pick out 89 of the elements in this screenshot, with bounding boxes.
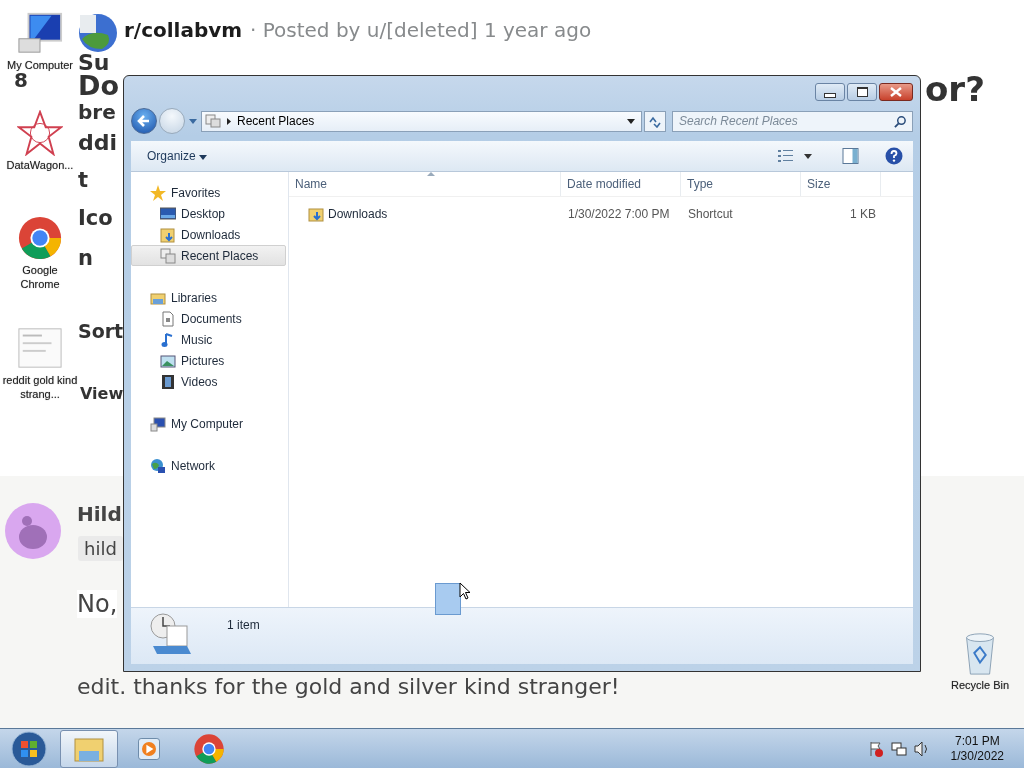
chrome-icon: [193, 733, 225, 765]
document-icon: [160, 310, 176, 327]
help-icon[interactable]: [885, 147, 903, 165]
refresh-button[interactable]: [644, 110, 666, 132]
wallpaper-text: t: [78, 170, 89, 191]
subreddit-name: r/collabvm: [124, 18, 243, 42]
film-icon: [160, 373, 176, 390]
wallpaper-text: Sort: [78, 322, 124, 341]
nav-item[interactable]: Desktop: [131, 203, 286, 224]
wallpaper-text: 8: [14, 70, 28, 90]
organize-button[interactable]: Organize: [143, 147, 212, 165]
recent-places-icon: [160, 247, 176, 264]
minimize-button[interactable]: [815, 83, 845, 101]
caret-icon: [199, 155, 208, 160]
desktop-icon-label[interactable]: DataWagon...: [2, 158, 78, 172]
avatar-icon: [5, 503, 61, 559]
desktop-icon-label[interactable]: Recycle Bin: [942, 678, 1018, 692]
dropdown-arrow-icon[interactable]: [627, 118, 635, 124]
mouse-cursor-icon: [459, 582, 471, 600]
table-cell-text: 1 KB: [849, 207, 877, 221]
taskbar-app[interactable]: [60, 730, 118, 768]
community-icon: [78, 13, 118, 53]
computer-icon[interactable]: [17, 10, 63, 56]
maximize-button[interactable]: [847, 83, 877, 101]
nav-item[interactable]: Libraries: [131, 287, 286, 308]
arrow-left-icon: [136, 113, 152, 129]
speaker-icon[interactable]: [913, 741, 930, 757]
nav-item[interactable]: Documents: [131, 308, 286, 329]
comment-text: No,: [77, 590, 118, 618]
recent-places-icon: [149, 612, 193, 656]
flag-icon[interactable]: [867, 741, 884, 757]
drag-ghost: [435, 583, 461, 615]
item-count: 1 item: [227, 618, 260, 632]
recent-places-icon: [205, 113, 221, 129]
column-header[interactable]: Size: [801, 172, 881, 196]
folder-shortcut-icon: [308, 206, 324, 222]
network-globe-icon: [150, 457, 166, 474]
desktop-icon-label[interactable]: reddit gold kind strang...: [2, 373, 78, 401]
chrome-icon[interactable]: [17, 215, 63, 261]
search-icon: [894, 114, 907, 128]
column-header[interactable]: Date modified: [561, 172, 681, 196]
column-header[interactable]: Type: [681, 172, 801, 196]
document-thumbnail-icon[interactable]: [17, 325, 63, 371]
address-bar[interactable]: Recent Places: [201, 110, 642, 132]
wallpaper-text: n: [78, 248, 93, 269]
clock[interactable]: 7:01 PM 1/30/2022: [950, 734, 1004, 764]
post-meta: · Posted by u/[deleted] 1 year ago: [250, 18, 592, 42]
star-icon: [150, 184, 166, 201]
refresh-arrows-icon: [648, 114, 662, 128]
wallpaper-text: ddi: [78, 132, 118, 154]
nav-item[interactable]: My Computer: [131, 413, 286, 434]
views-icon[interactable]: [778, 150, 794, 162]
file-row[interactable]: Downloads 1/30/2022 7:00 PM Shortcut 1 KB: [289, 202, 913, 226]
close-icon: [890, 87, 902, 97]
nav-item[interactable]: Music: [131, 329, 286, 350]
sort-arrow-icon: [427, 172, 435, 176]
computer-icon: [150, 415, 166, 432]
comment-author: Hild: [77, 502, 122, 526]
desktop-icon-label[interactable]: Google Chrome: [2, 263, 78, 291]
close-button[interactable]: [879, 83, 913, 101]
wallpaper-text: Su: [78, 52, 110, 74]
dropdown-arrow-icon[interactable]: [804, 153, 812, 159]
play-icon: [135, 735, 163, 763]
wallpaper-text: bre: [78, 102, 116, 122]
file-name: Downloads: [328, 207, 388, 221]
nav-item[interactable]: Favorites: [131, 182, 286, 203]
nav-item[interactable]: Pictures: [131, 350, 286, 371]
chevron-right-icon: [227, 117, 231, 125]
network-icon[interactable]: [890, 741, 907, 757]
user-flair: hild: [78, 536, 123, 561]
wallpaper-text: Do: [78, 72, 119, 99]
wallpaper-text: View: [80, 386, 124, 402]
comment-text: edit. thanks for the gold and silver kind stranger!: [77, 674, 620, 699]
nav-item[interactable]: Downloads: [131, 224, 286, 245]
monitor-icon: [160, 205, 176, 222]
search-field[interactable]: Search Recent Places: [672, 110, 913, 132]
folder-icon: [160, 226, 176, 243]
table-cell-text: 1/30/2022 7:00 PM: [567, 207, 671, 221]
desktop-icon-label[interactable]: My Computer: [2, 58, 78, 72]
star-pattern-icon[interactable]: [17, 110, 63, 156]
nav-item[interactable]: Videos: [131, 371, 286, 392]
nav-item[interactable]: Recent Places: [131, 245, 286, 266]
picture-icon: [160, 352, 176, 369]
wallpaper-text: or?: [925, 72, 985, 106]
wallpaper-text: Ico: [78, 208, 113, 229]
nav-item[interactable]: Network: [131, 455, 286, 476]
preview-pane-icon[interactable]: [842, 148, 859, 164]
back-button[interactable]: [131, 108, 157, 134]
table-cell-text: Shortcut: [687, 207, 734, 221]
